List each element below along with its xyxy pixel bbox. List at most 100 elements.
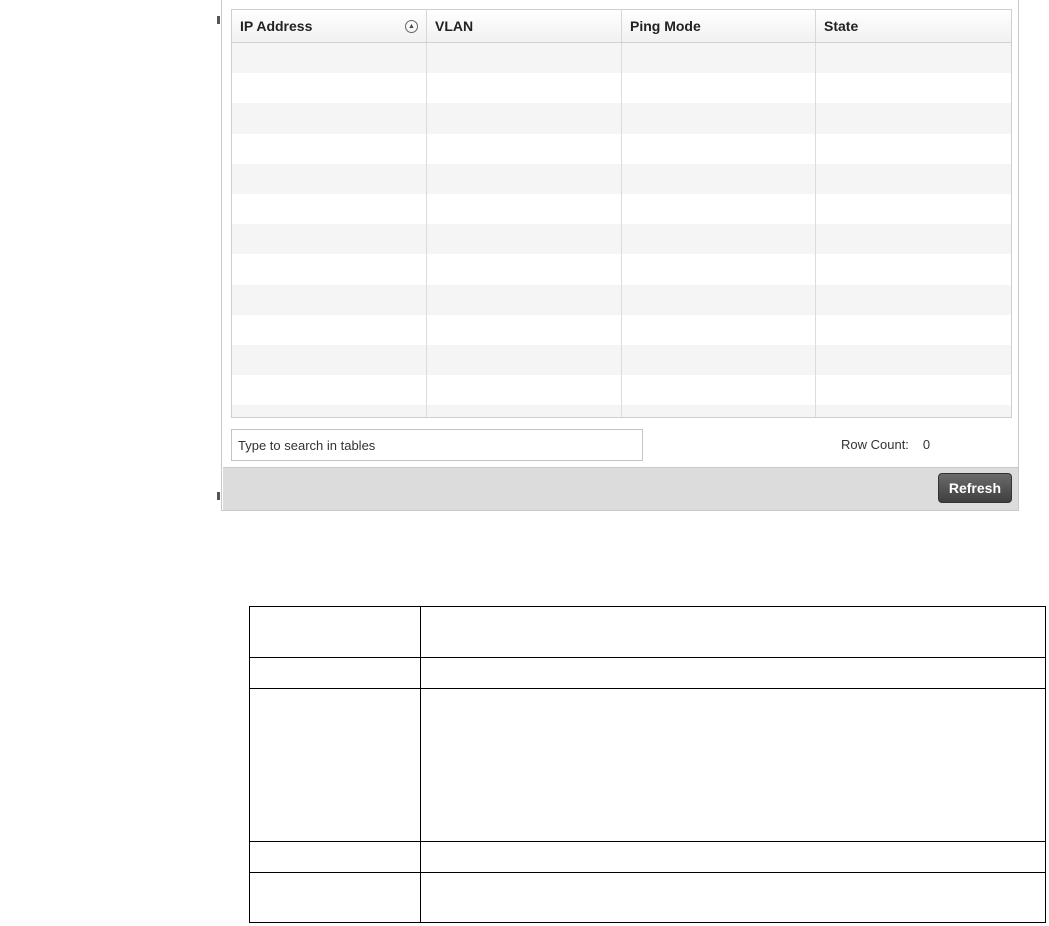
table-cell xyxy=(816,254,1011,284)
table-cell xyxy=(427,405,622,417)
table-cell xyxy=(427,103,622,134)
table-cell xyxy=(420,688,1046,842)
table-cell xyxy=(232,103,427,134)
table-cell xyxy=(232,133,427,164)
table-cell xyxy=(232,405,427,417)
description-table xyxy=(249,606,1046,923)
grid-header: IP Address ▲ VLAN Ping Mode State xyxy=(232,10,1011,43)
table-cell xyxy=(427,193,622,225)
table-cell xyxy=(427,344,622,376)
column-header-state[interactable]: State xyxy=(816,10,1011,42)
table-cell xyxy=(816,194,1011,224)
table-cell xyxy=(232,43,427,74)
table-cell xyxy=(622,344,816,376)
table-search-input[interactable] xyxy=(231,429,643,461)
table-row xyxy=(232,405,1011,417)
table-cell xyxy=(622,375,816,406)
panel-edge-mark xyxy=(217,16,220,24)
table-cell xyxy=(420,841,1046,873)
table-cell xyxy=(232,224,427,255)
table-cell xyxy=(249,872,421,923)
table-cell xyxy=(427,224,622,255)
refresh-button[interactable]: Refresh xyxy=(937,473,1012,503)
table-cell xyxy=(622,314,816,345)
table-cell xyxy=(622,43,816,74)
table-row xyxy=(232,103,1011,134)
table-cell xyxy=(427,163,622,194)
table-cell xyxy=(232,344,427,376)
table-cell xyxy=(816,285,1011,315)
table-row xyxy=(249,606,1046,658)
table-row xyxy=(232,224,1011,255)
table-cell xyxy=(816,315,1011,345)
table-cell xyxy=(816,375,1011,405)
table-row xyxy=(249,841,1046,873)
table-cell xyxy=(232,314,427,345)
row-count: Row Count: 0 xyxy=(841,437,930,452)
table-cell xyxy=(427,43,622,74)
table-cell xyxy=(232,163,427,194)
table-cell xyxy=(622,133,816,164)
table-row xyxy=(232,193,1011,225)
table-cell xyxy=(622,73,816,104)
table-cell xyxy=(249,841,421,873)
table-row xyxy=(232,43,1011,74)
table-cell xyxy=(816,73,1011,103)
table-cell xyxy=(427,375,622,406)
column-header-ping-mode[interactable]: Ping Mode xyxy=(622,10,816,42)
table-cell xyxy=(420,606,1046,658)
table-cell xyxy=(622,254,816,285)
table-cell xyxy=(232,375,427,406)
panel-edge-mark xyxy=(217,492,220,500)
table-row xyxy=(232,375,1011,406)
table-row xyxy=(249,872,1046,923)
table-row xyxy=(232,314,1011,345)
table-cell xyxy=(249,606,421,658)
table-cell xyxy=(427,314,622,345)
column-header-label: VLAN xyxy=(435,18,474,34)
sort-ascending-icon[interactable]: ▲ xyxy=(405,19,418,33)
table-cell xyxy=(249,688,421,842)
column-header-ip-address[interactable]: IP Address ▲ xyxy=(232,10,427,42)
table-cell xyxy=(622,284,816,315)
table-row xyxy=(232,163,1011,194)
table-cell xyxy=(622,103,816,134)
panel-footer: Refresh xyxy=(223,467,1018,510)
table-panel: IP Address ▲ VLAN Ping Mode State Row Co… xyxy=(221,0,1019,511)
table-cell xyxy=(622,163,816,194)
table-cell xyxy=(232,73,427,104)
table-cell xyxy=(420,872,1046,923)
table-row xyxy=(232,344,1011,376)
grid-body xyxy=(232,43,1011,417)
table-cell xyxy=(816,103,1011,133)
table-row xyxy=(232,254,1011,285)
table-row xyxy=(232,284,1011,315)
row-count-label: Row Count: xyxy=(841,437,909,452)
table-cell xyxy=(816,224,1011,254)
table-cell xyxy=(622,193,816,225)
data-grid: IP Address ▲ VLAN Ping Mode State xyxy=(231,9,1012,418)
table-cell xyxy=(427,254,622,285)
table-row xyxy=(232,133,1011,164)
table-cell xyxy=(622,224,816,255)
row-count-value: 0 xyxy=(922,437,931,452)
table-cell xyxy=(816,405,1011,417)
table-cell xyxy=(427,284,622,315)
table-cell xyxy=(249,657,421,689)
table-cell xyxy=(816,164,1011,194)
column-header-label: State xyxy=(824,18,859,34)
table-cell xyxy=(420,657,1046,689)
table-cell xyxy=(816,134,1011,164)
column-header-vlan[interactable]: VLAN xyxy=(427,10,622,42)
table-cell xyxy=(427,73,622,104)
table-cell xyxy=(232,193,427,225)
table-cell xyxy=(427,133,622,164)
table-row xyxy=(249,657,1046,689)
table-row xyxy=(232,73,1011,104)
table-cell xyxy=(816,43,1011,73)
column-header-label: IP Address xyxy=(240,18,313,34)
column-header-label: Ping Mode xyxy=(630,18,701,34)
table-cell xyxy=(816,345,1011,375)
table-cell xyxy=(622,405,816,417)
table-row xyxy=(249,688,1046,842)
